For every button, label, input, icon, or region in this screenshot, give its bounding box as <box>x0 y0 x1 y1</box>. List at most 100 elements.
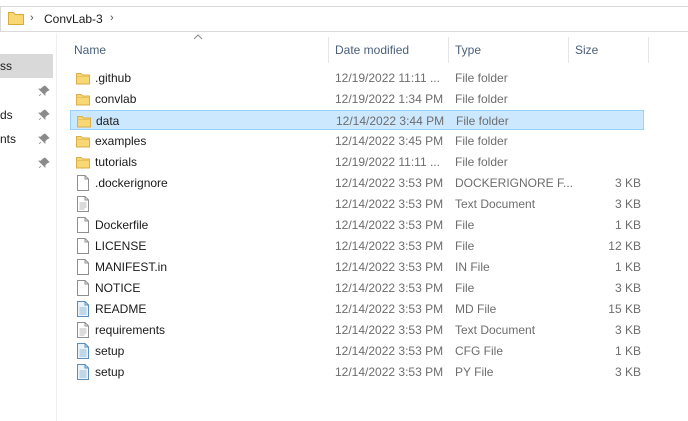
file-name: examples <box>95 134 147 148</box>
column-header-size[interactable]: Size <box>575 37 598 63</box>
nav-item-label[interactable]: nts <box>0 132 16 146</box>
file-date: 12/14/2022 3:44 PM <box>336 114 445 128</box>
column-header-name[interactable]: Name <box>74 37 106 63</box>
file-name: NOTICE <box>95 281 141 295</box>
file-date: 12/14/2022 3:53 PM <box>335 218 444 232</box>
file-name: setup <box>95 344 125 358</box>
folder-icon <box>8 12 24 25</box>
chevron-right-icon[interactable]: › <box>30 12 34 24</box>
pin-icon <box>38 157 50 169</box>
file-name: data <box>96 114 120 128</box>
file-row[interactable]: setup 12/14/2022 3:53 PM CFG File 1 KB <box>70 341 644 361</box>
column-header-date[interactable]: Date modified <box>335 37 409 63</box>
file-size: 15 KB <box>608 302 641 316</box>
file-type: File <box>455 239 475 253</box>
sort-ascending-icon <box>193 34 203 40</box>
config-file-icon <box>77 301 89 317</box>
file-name: LICENSE <box>95 239 147 253</box>
file-name: convlab <box>95 92 137 106</box>
file-size: 1 KB <box>614 260 641 274</box>
file-size: 3 KB <box>614 365 641 379</box>
file-type: IN File <box>455 260 490 274</box>
file-date: 12/19/2022 11:11 ... <box>335 71 440 85</box>
file-name: Dockerfile <box>95 218 149 232</box>
file-icon <box>77 280 89 296</box>
file-size: 3 KB <box>614 197 641 211</box>
file-row[interactable]: LICENSE 12/14/2022 3:53 PM File 12 KB <box>70 236 644 256</box>
file-date: 12/14/2022 3:53 PM <box>335 323 444 337</box>
file-type: MD File <box>455 302 497 316</box>
file-row[interactable]: .dockerignore 12/14/2022 3:53 PM DOCKERIGN… <box>70 173 644 193</box>
address-bar[interactable]: › ConvLab-3 › <box>0 6 688 32</box>
column-divider[interactable] <box>448 37 449 63</box>
file-row[interactable]: requirements 12/14/2022 3:53 PM Text Docum… <box>70 320 644 340</box>
file-row[interactable]: Dockerfile 12/14/2022 3:53 PM File 1 KB <box>70 215 644 235</box>
file-type: File folder <box>455 155 508 169</box>
file-row[interactable]: tutorials 12/19/2022 11:11 ... File folder <box>70 152 644 172</box>
file-date: 12/14/2022 3:53 PM <box>335 302 444 316</box>
file-name: requirements <box>95 323 166 337</box>
chevron-right-icon[interactable]: › <box>110 12 114 24</box>
file-size: 1 KB <box>614 344 641 358</box>
column-divider[interactable] <box>568 37 569 63</box>
pin-icon <box>38 133 50 145</box>
file-row[interactable]: examples 12/14/2022 3:45 PM File folder <box>70 131 644 151</box>
file-date: 12/14/2022 3:53 PM <box>335 281 444 295</box>
file-type: Text Document <box>455 197 536 211</box>
pin-icon <box>38 85 50 97</box>
column-header-type[interactable]: Type <box>455 37 481 63</box>
folder-icon <box>76 136 90 148</box>
file-type: File folder <box>455 134 508 148</box>
file-date: 12/14/2022 3:53 PM <box>335 197 444 211</box>
file-type: Text Document <box>455 323 536 337</box>
file-icon <box>77 217 89 233</box>
config-file-icon <box>77 343 89 359</box>
nav-item-label[interactable]: ds <box>0 108 13 122</box>
file-name: .github <box>95 71 132 85</box>
file-date: 12/14/2022 3:53 PM <box>335 365 444 379</box>
file-type: DOCKERIGNORE F... <box>455 176 574 190</box>
file-type: File folder <box>456 114 509 128</box>
file-row[interactable]: MANIFEST.in 12/14/2022 3:53 PM IN File 1 KB <box>70 257 644 277</box>
pin-icon <box>38 109 50 121</box>
text-document-icon <box>77 322 89 338</box>
file-date: 12/19/2022 11:11 ... <box>335 155 440 169</box>
file-icon <box>77 259 89 275</box>
file-date: 12/14/2022 3:53 PM <box>335 260 444 274</box>
file-type: CFG File <box>455 344 503 358</box>
file-name: .dockerignore <box>95 176 168 190</box>
column-divider[interactable] <box>328 37 329 63</box>
file-name: MANIFEST.in <box>95 260 168 274</box>
file-size: 3 KB <box>614 176 641 190</box>
file-type: File folder <box>455 71 508 85</box>
folder-icon <box>77 116 91 128</box>
file-row[interactable]: NOTICE 12/14/2022 3:53 PM File 3 KB <box>70 278 644 298</box>
file-row[interactable]: convlab 12/19/2022 1:34 PM File folder <box>70 89 644 109</box>
text-document-icon <box>77 196 89 212</box>
column-divider[interactable] <box>648 37 649 63</box>
file-row[interactable]: setup 12/14/2022 3:53 PM PY File 3 KB <box>70 362 644 382</box>
file-row[interactable]: 12/14/2022 3:53 PM Text Document 3 KB <box>70 194 644 214</box>
file-size: 3 KB <box>614 281 641 295</box>
file-date: 12/14/2022 3:45 PM <box>335 134 444 148</box>
folder-icon <box>76 73 90 85</box>
nav-item-label[interactable]: ss <box>0 59 12 73</box>
file-date: 12/19/2022 1:34 PM <box>335 92 444 106</box>
file-row[interactable]: data 12/14/2022 3:44 PM File folder <box>70 110 644 130</box>
file-type: File <box>455 218 475 232</box>
file-row[interactable]: README 12/14/2022 3:53 PM MD File 15 KB <box>70 299 644 319</box>
navigation-pane: ss ds nts <box>0 33 57 421</box>
file-type: File folder <box>455 92 508 106</box>
file-row[interactable]: .github 12/19/2022 11:11 ... File folder <box>70 68 644 88</box>
file-type: File <box>455 281 475 295</box>
file-size: 3 KB <box>614 323 641 337</box>
file-size: 1 KB <box>614 218 641 232</box>
file-name: README <box>95 302 147 316</box>
folder-icon <box>76 94 90 106</box>
file-name: tutorials <box>95 155 138 169</box>
breadcrumb-item[interactable]: ConvLab-3 <box>44 12 103 26</box>
config-file-icon <box>77 364 89 380</box>
file-date: 12/14/2022 3:53 PM <box>335 344 444 358</box>
file-date: 12/14/2022 3:53 PM <box>335 239 444 253</box>
file-icon <box>77 238 89 254</box>
